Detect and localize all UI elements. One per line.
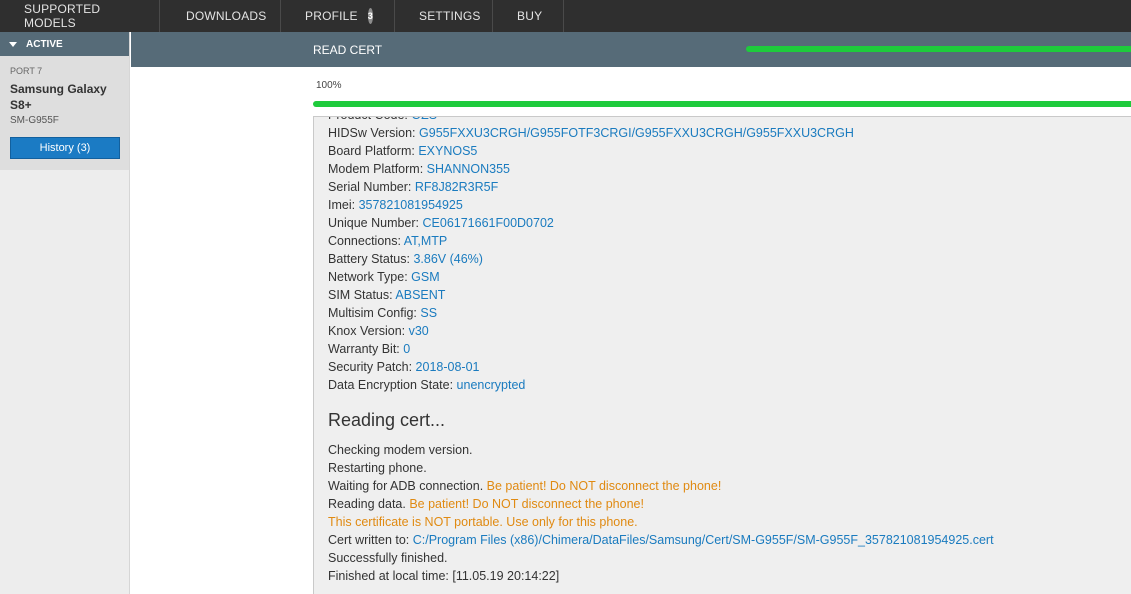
- info-line: Product Code: OZS: [328, 117, 1131, 124]
- progress-percent: 100%: [316, 80, 342, 91]
- main-progress-bar: [313, 101, 1131, 107]
- info-value: OZS: [411, 117, 437, 122]
- info-key: HIDSw Version:: [328, 126, 420, 140]
- info-value: ABSENT: [395, 288, 446, 302]
- info-line: Unique Number: CE06171661F00D0702: [328, 214, 1131, 232]
- info-key: Modem Platform:: [328, 162, 427, 176]
- operation-header: READ CERT: [131, 32, 1131, 67]
- nav-supported-models[interactable]: SUPPORTED MODELS: [0, 0, 160, 32]
- profile-count-badge: 3: [367, 8, 373, 24]
- operation-title: READ CERT: [313, 43, 383, 57]
- collapse-triangle-icon: [9, 41, 17, 47]
- info-line: Network Type: GSM: [328, 268, 1131, 286]
- log-line-warning: This certificate is NOT portable. Use on…: [328, 515, 638, 529]
- info-key: Warranty Bit:: [328, 342, 404, 356]
- info-line: Multisim Config: SS: [328, 304, 1131, 322]
- log-line: Restarting phone.: [328, 461, 427, 475]
- log-line: Reading data. Be patient! Do NOT disconn…: [328, 497, 644, 511]
- log-line: Finished at local time: [11.05.19 20:14:…: [328, 569, 560, 583]
- info-key: Knox Version:: [328, 324, 409, 338]
- log-line: Checking modem version.: [328, 443, 473, 457]
- nav-label: PROFILE: [305, 9, 358, 23]
- nav-label: SETTINGS: [419, 9, 481, 23]
- top-nav: SUPPORTED MODELS DOWNLOADS PROFILE 3 SET…: [0, 0, 1131, 32]
- info-value: G955FXXU3CRGH/G955FOTF3CRGI/G955FXXU3CRG…: [419, 126, 854, 140]
- info-key: Connections:: [328, 234, 404, 248]
- info-value: SHANNON355: [426, 162, 511, 176]
- info-line: Connections: AT,MTP: [328, 232, 1131, 250]
- info-key: Serial Number:: [328, 180, 415, 194]
- info-value: 3.86V (46%): [413, 252, 483, 266]
- info-value: unencrypted: [456, 378, 526, 392]
- port-label: PORT 7: [10, 66, 43, 76]
- info-key: Security Patch:: [328, 360, 416, 374]
- history-button[interactable]: History (3): [10, 137, 120, 159]
- info-value: AT,MTP: [403, 234, 448, 248]
- info-key: Unique Number:: [328, 216, 423, 230]
- reading-cert-heading: Reading cert...: [328, 410, 446, 430]
- nav-label: SUPPORTED MODELS: [24, 2, 101, 30]
- header-progress-bar: [746, 46, 1131, 52]
- info-value: 0: [403, 342, 411, 356]
- info-line: Security Patch: 2018-08-01: [328, 358, 1131, 376]
- device-model-name: Samsung Galaxy S8+: [10, 82, 107, 112]
- info-key: SIM Status:: [328, 288, 396, 302]
- device-info-list: Product Code: OZSHIDSw Version: G955FXXU…: [328, 117, 1131, 394]
- sidebar: ACTIVE PORT 7 Samsung Galaxy S8+ SM-G955…: [0, 32, 130, 594]
- info-key: Product Code:: [328, 117, 411, 122]
- info-key: Board Platform:: [328, 144, 419, 158]
- cert-path-link[interactable]: C:/Program Files (x86)/Chimera/DataFiles…: [413, 533, 994, 547]
- info-key: Multisim Config:: [328, 306, 421, 320]
- nav-label: DOWNLOADS: [186, 9, 267, 23]
- info-line: SIM Status: ABSENT: [328, 286, 1131, 304]
- device-card[interactable]: PORT 7 Samsung Galaxy S8+ SM-G955F Histo…: [0, 56, 129, 170]
- nav-profile[interactable]: PROFILE 3: [281, 0, 395, 32]
- info-value: GSM: [411, 270, 440, 284]
- info-key: Imei:: [328, 198, 359, 212]
- nav-downloads[interactable]: DOWNLOADS: [160, 0, 281, 32]
- info-line: Data Encryption State: unencrypted: [328, 376, 1131, 394]
- info-value: 2018-08-01: [415, 360, 480, 374]
- log-panel[interactable]: Product Code: OZSHIDSw Version: G955FXXU…: [313, 116, 1131, 594]
- info-value: SS: [420, 306, 438, 320]
- info-key: Network Type:: [328, 270, 412, 284]
- active-section-header[interactable]: ACTIVE: [0, 32, 129, 56]
- info-line: Serial Number: RF8J82R3R5F: [328, 178, 1131, 196]
- log-line: Waiting for ADB connection. Be patient! …: [328, 479, 722, 493]
- info-line: Imei: 357821081954925: [328, 196, 1131, 214]
- info-line: HIDSw Version: G955FXXU3CRGH/G955FOTF3CR…: [328, 124, 1131, 142]
- info-value: 357821081954925: [358, 198, 463, 212]
- info-value: v30: [408, 324, 429, 338]
- log-content: Product Code: OZSHIDSw Version: G955FXXU…: [328, 117, 1131, 585]
- nav-label: BUY: [517, 9, 543, 23]
- info-line: Battery Status: 3.86V (46%): [328, 250, 1131, 268]
- log-line: Cert written to: C:/Program Files (x86)/…: [328, 533, 994, 547]
- info-line: Knox Version: v30: [328, 322, 1131, 340]
- info-value: CE06171661F00D0702: [422, 216, 554, 230]
- nav-settings[interactable]: SETTINGS: [395, 0, 493, 32]
- warning-text: Be patient! Do NOT disconnect the phone!: [486, 479, 722, 493]
- warning-text: Be patient! Do NOT disconnect the phone!: [409, 497, 644, 511]
- log-line: Successfully finished.: [328, 551, 448, 565]
- info-value: EXYNOS5: [418, 144, 478, 158]
- nav-buy[interactable]: BUY: [493, 0, 564, 32]
- active-label: ACTIVE: [26, 38, 63, 50]
- info-line: Modem Platform: SHANNON355: [328, 160, 1131, 178]
- info-key: Data Encryption State:: [328, 378, 457, 392]
- info-line: Warranty Bit: 0: [328, 340, 1131, 358]
- device-model-code: SM-G955F: [10, 115, 59, 126]
- info-line: Board Platform: EXYNOS5: [328, 142, 1131, 160]
- info-value: RF8J82R3R5F: [414, 180, 499, 194]
- info-key: Battery Status:: [328, 252, 414, 266]
